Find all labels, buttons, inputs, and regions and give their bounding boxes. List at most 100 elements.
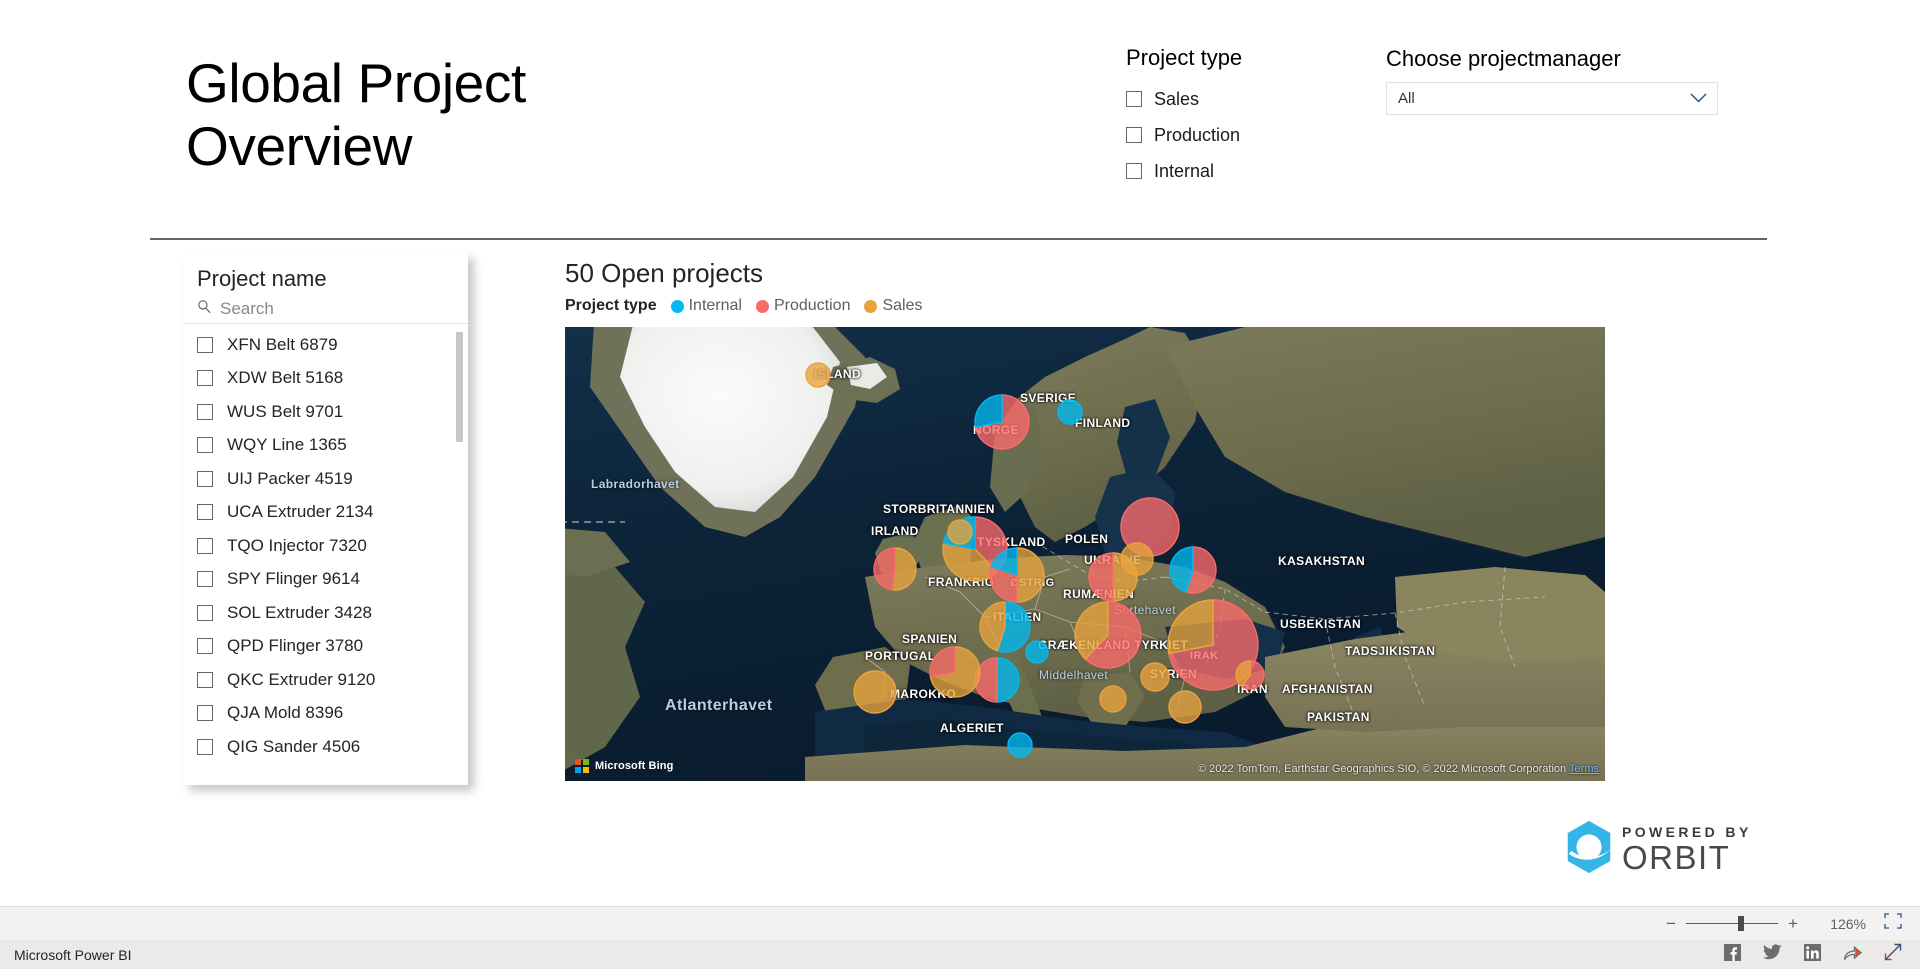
orbit-icon (1560, 818, 1618, 881)
slicer-item-checkbox[interactable] (197, 437, 213, 453)
project-name-slicer: Project name Search XFN Belt 6879XDW Bel… (183, 252, 468, 785)
slicer-item-label: XFN Belt 6879 (227, 335, 338, 355)
fullscreen-icon[interactable] (1884, 943, 1902, 966)
search-input[interactable]: Search (220, 299, 274, 319)
slicer-item[interactable]: QKC Extruder 9120 (183, 663, 468, 697)
slicer-item[interactable]: PHL Bender 7090 (183, 764, 468, 771)
slicer-item-checkbox[interactable] (197, 471, 213, 487)
slicer-item-checkbox[interactable] (197, 504, 213, 520)
map-bubble[interactable] (1235, 660, 1265, 695)
bing-logo-text: Microsoft Bing (595, 760, 673, 772)
page-title: Global Project Overview (186, 52, 746, 177)
bing-map[interactable]: ISLAND SVERIGE FINLAND NORGE STORBRITANN… (565, 327, 1605, 781)
legend-item-sales[interactable]: Sales (864, 297, 922, 315)
share-icon[interactable] (1843, 944, 1862, 966)
map-visual-title: 50 Open projects (565, 258, 1605, 289)
slicer-item-checkbox[interactable] (197, 571, 213, 587)
slicer-scrollbar[interactable] (456, 332, 463, 762)
map-bubble[interactable] (1140, 662, 1170, 697)
slicer-item[interactable]: XDW Belt 5168 (183, 362, 468, 396)
slicer-item-checkbox[interactable] (197, 605, 213, 621)
map-bubble[interactable] (974, 394, 1030, 455)
slicer-item[interactable]: UIJ Packer 4519 (183, 462, 468, 496)
slicer-item-checkbox[interactable] (197, 638, 213, 654)
zoom-in-button[interactable]: + (1784, 914, 1802, 934)
checkbox-sales[interactable] (1126, 91, 1142, 107)
slicer-scrollbar-thumb[interactable] (456, 332, 463, 442)
zoom-bar: − + 126% (0, 906, 1920, 940)
report-canvas: Global Project Overview Project type Sal… (0, 0, 1920, 969)
slicer-item[interactable]: QJA Mold 8396 (183, 697, 468, 731)
slicer-item-label: QPD Flinger 3780 (227, 636, 363, 656)
legend-item-internal[interactable]: Internal (671, 297, 742, 315)
checkbox-row-sales[interactable]: Sales (1126, 81, 1242, 117)
slicer-item[interactable]: QIG Sander 4506 (183, 730, 468, 764)
twitter-icon[interactable] (1763, 944, 1782, 965)
map-bubble[interactable] (853, 670, 897, 719)
slicer-item-label: UIJ Packer 4519 (227, 469, 353, 489)
checkbox-internal[interactable] (1126, 163, 1142, 179)
projectmanager-heading: Choose projectmanager (1386, 46, 1718, 72)
map-attribution-text: © 2022 TomTom, Earthstar Geographics SIO… (1198, 763, 1566, 775)
slicer-item[interactable]: UCA Extruder 2134 (183, 496, 468, 530)
map-bubble[interactable] (805, 362, 831, 393)
slicer-item-label: QKC Extruder 9120 (227, 670, 375, 690)
slicer-item-checkbox[interactable] (197, 538, 213, 554)
checkbox-label-internal: Internal (1154, 161, 1214, 182)
slicer-item-checkbox[interactable] (197, 370, 213, 386)
map-basemap (565, 327, 1605, 781)
map-bubble[interactable] (947, 519, 973, 550)
social-icon-group (1724, 943, 1902, 966)
map-bubble[interactable] (1099, 685, 1127, 718)
zoom-slider-thumb[interactable] (1738, 916, 1744, 931)
map-bubble[interactable] (1074, 601, 1142, 674)
map-bubble[interactable] (989, 547, 1045, 608)
map-bubble[interactable] (1168, 690, 1202, 729)
slicer-item[interactable]: TQO Injector 7320 (183, 529, 468, 563)
linkedin-icon[interactable] (1804, 944, 1821, 966)
slicer-item-label: UCA Extruder 2134 (227, 502, 373, 522)
search-row[interactable]: Search (183, 294, 468, 324)
slicer-item[interactable]: SPY Flinger 9614 (183, 563, 468, 597)
map-bubble[interactable] (929, 646, 981, 703)
map-bubble[interactable] (1057, 399, 1083, 430)
map-bubble[interactable] (873, 547, 917, 596)
zoom-out-button[interactable]: − (1662, 914, 1680, 934)
slicer-item-label: WQY Line 1365 (227, 435, 347, 455)
slicer-item[interactable]: QPD Flinger 3780 (183, 630, 468, 664)
fit-to-page-icon[interactable] (1884, 913, 1902, 934)
checkbox-production[interactable] (1126, 127, 1142, 143)
slicer-item-checkbox[interactable] (197, 337, 213, 353)
facebook-icon[interactable] (1724, 944, 1741, 966)
slicer-item[interactable]: WQY Line 1365 (183, 429, 468, 463)
checkbox-row-internal[interactable]: Internal (1126, 153, 1242, 189)
legend-item-production[interactable]: Production (756, 297, 851, 315)
map-terms-link[interactable]: Terms (1569, 763, 1599, 775)
projectmanager-dropdown[interactable]: All (1386, 82, 1718, 115)
orbit-name-text: ORBIT (1622, 841, 1752, 874)
project-type-filter: Project type Sales Production Internal (1126, 45, 1242, 189)
slicer-item-checkbox[interactable] (197, 404, 213, 420)
map-bubble[interactable] (1007, 732, 1033, 763)
slicer-item[interactable]: XFN Belt 6879 (183, 328, 468, 362)
zoom-level-value: 126% (1812, 916, 1866, 932)
slicer-item[interactable]: SOL Extruder 3428 (183, 596, 468, 630)
legend-label-sales: Sales (882, 297, 922, 315)
checkbox-row-production[interactable]: Production (1126, 117, 1242, 153)
orbit-powered-by-text: POWERED BY (1622, 825, 1752, 839)
legend-dot-internal (671, 300, 684, 313)
zoom-slider[interactable] (1686, 923, 1778, 924)
slicer-item-checkbox[interactable] (197, 705, 213, 721)
chevron-down-icon (1690, 90, 1707, 108)
slicer-item-checkbox[interactable] (197, 672, 213, 688)
legend-title: Project type (565, 297, 657, 315)
slicer-item-checkbox[interactable] (197, 739, 213, 755)
legend-label-internal: Internal (689, 297, 742, 315)
slicer-item-label: XDW Belt 5168 (227, 368, 343, 388)
map-bubble[interactable] (1169, 546, 1217, 599)
map-bubble[interactable] (979, 601, 1031, 658)
map-bubble[interactable] (1088, 552, 1138, 607)
legend-dot-sales (864, 300, 877, 313)
map-bubble[interactable] (1025, 640, 1049, 669)
slicer-item[interactable]: WUS Belt 9701 (183, 395, 468, 429)
